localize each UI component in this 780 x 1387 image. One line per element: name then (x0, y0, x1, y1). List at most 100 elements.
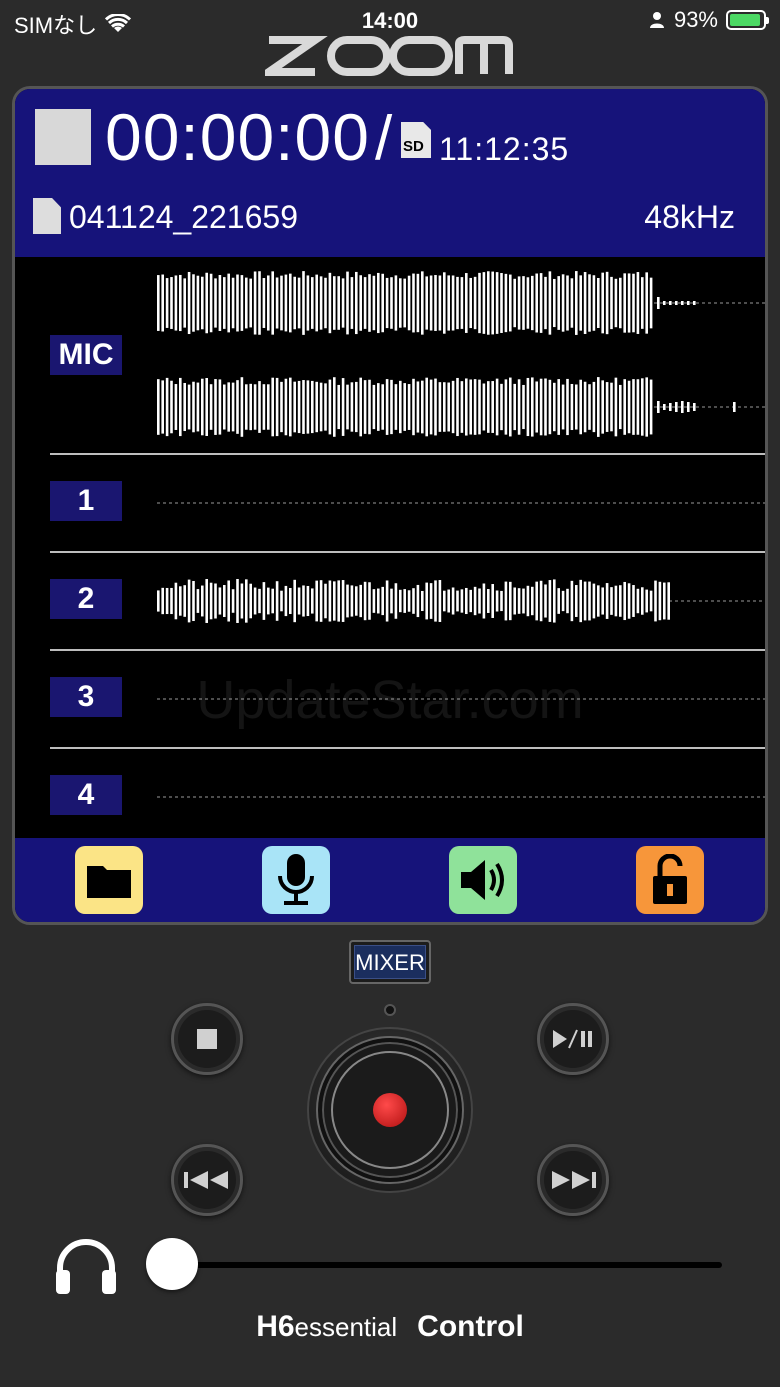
input-button[interactable] (262, 846, 330, 914)
waveform-bar (267, 275, 270, 331)
waveform-bar (165, 377, 169, 437)
waveform-bar (363, 581, 367, 621)
waveform-bar (368, 274, 371, 332)
waveform-bar (443, 382, 446, 432)
play-pause-button[interactable] (537, 1003, 609, 1075)
waveform-bar (363, 380, 367, 434)
headphone-volume-knob[interactable] (146, 1238, 198, 1290)
waveform-bar (675, 301, 678, 305)
waveform-bar (605, 583, 609, 619)
track-4[interactable]: 4 (15, 749, 765, 841)
waveform-bar (372, 384, 376, 430)
waveform-bar (275, 377, 279, 437)
waveform-bar (425, 377, 428, 437)
recorder-display: 00:00:00 / SD 11:12:35 041124_221659 48k… (12, 86, 768, 925)
waveform-bar (403, 589, 406, 613)
waveform-bar (627, 273, 631, 333)
waveform-bar (627, 583, 631, 619)
waveform-bar (183, 278, 186, 328)
waveform-bar (381, 273, 384, 333)
waveform-bar (504, 273, 508, 333)
waveform-bar (513, 587, 516, 615)
fast-forward-button[interactable] (537, 1144, 609, 1216)
waveform-bar (675, 402, 678, 412)
track-mic[interactable]: MIC (15, 257, 765, 453)
waveform-bar (271, 271, 274, 335)
record-inner (331, 1051, 449, 1169)
waveform-bar (328, 379, 332, 435)
sd-card-badge: SD (403, 138, 424, 155)
waveform-bar (605, 271, 609, 335)
waveform-bar (315, 580, 318, 622)
waveform-bar (548, 580, 552, 622)
waveform-bar (451, 587, 455, 615)
waveform-bar (561, 274, 565, 332)
track-2[interactable]: 2 (15, 553, 765, 649)
waveform-bar (636, 272, 640, 334)
waveform-bar (429, 583, 433, 619)
waveform-bar (487, 271, 490, 335)
rewind-button[interactable] (171, 1144, 243, 1216)
waveform-bar (687, 301, 690, 305)
waveform-bar (681, 401, 684, 413)
sd-card-icon: SD (401, 122, 431, 158)
waveform-bar (548, 379, 552, 435)
waveform-bar (214, 583, 217, 619)
folder-button[interactable] (75, 846, 143, 914)
waveform-bar (368, 379, 371, 435)
rewind-icon (184, 1171, 228, 1189)
waveform-bar (425, 582, 428, 620)
waveform-bar (205, 272, 208, 334)
waveform-bar (544, 378, 547, 436)
waveform-bar (187, 384, 191, 430)
waveform-bar (583, 381, 587, 433)
waveform-bar (500, 590, 503, 612)
track-label-1: 1 (50, 481, 122, 521)
waveform-bar (289, 587, 292, 615)
headphone-volume-slider[interactable] (172, 1262, 722, 1268)
product-app: Control (417, 1310, 524, 1343)
waveform-bar (561, 384, 565, 430)
waveform-bar (297, 587, 301, 615)
waveform-bar (623, 273, 626, 333)
waveform-bar (346, 584, 349, 618)
waveform-bar (632, 273, 635, 333)
waveform-bar (231, 382, 235, 432)
waveform-bar (553, 278, 556, 328)
track-label-mic: MIC (50, 335, 122, 375)
waveform-bar (407, 590, 411, 612)
waveform-bar (346, 384, 349, 430)
waveform-bar (236, 274, 239, 332)
stop-button[interactable] (171, 1003, 243, 1075)
waveform-bar (275, 277, 279, 329)
waveform-bar (377, 588, 380, 614)
mixer-button[interactable]: MIXER (349, 940, 431, 984)
waveform-bar (363, 277, 367, 329)
waveform-bar (693, 301, 696, 305)
waveform-bar (641, 378, 644, 436)
waveform-bar (535, 381, 538, 433)
waveform-bar (663, 404, 666, 410)
waveform-bar (319, 276, 323, 330)
record-button[interactable] (307, 1027, 473, 1193)
waveform-bar (267, 587, 270, 615)
waveform-bar (187, 579, 191, 623)
output-button[interactable] (449, 846, 517, 914)
waveform-bar (337, 384, 340, 430)
waveform-bar (209, 582, 213, 620)
waveform-bar (509, 274, 512, 332)
waveform-bar (328, 580, 332, 622)
waveform-bar (495, 272, 499, 334)
waveform-bar (258, 588, 261, 614)
waveform-bar (275, 581, 279, 621)
waveform-bar (280, 590, 283, 612)
waveform-bar (201, 585, 204, 617)
waveform-bar (421, 380, 424, 434)
lock-button[interactable] (636, 846, 704, 914)
waveform-bar (249, 583, 252, 619)
elapsed-time: 00:00:00 (105, 100, 370, 174)
track-1[interactable]: 1 (15, 455, 765, 551)
waveform-bar (434, 275, 437, 331)
sample-rate: 48kHz (644, 199, 735, 235)
waveform-bar (451, 380, 455, 434)
